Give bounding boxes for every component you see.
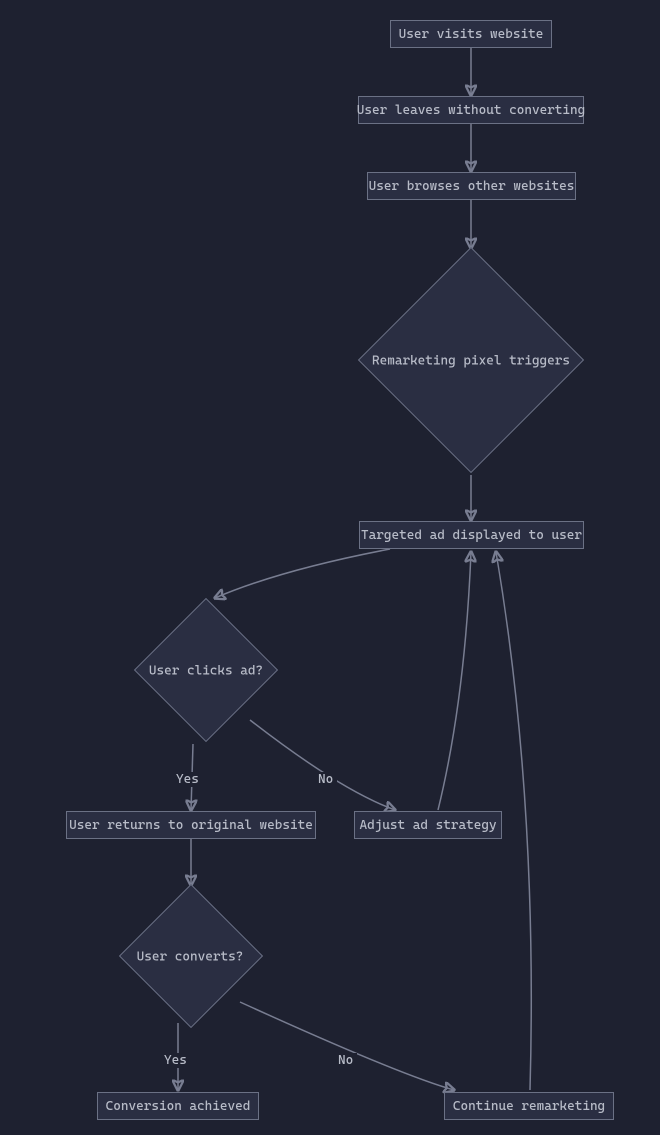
node-label: User leaves without converting — [357, 103, 586, 118]
node-conversion-achieved: Conversion achieved — [97, 1092, 259, 1120]
node-label: User visits website — [399, 27, 544, 42]
edge-label-no-1: No — [314, 772, 337, 787]
node-adjust-ad-strategy: Adjust ad strategy — [354, 811, 502, 839]
node-label: Conversion achieved — [106, 1099, 251, 1114]
node-label: User clicks ad? — [149, 664, 263, 679]
node-label: User converts? — [137, 950, 244, 965]
node-label: User browses other websites — [369, 179, 575, 194]
node-returns-original: User returns to original website — [66, 811, 316, 839]
node-continue-remarketing: Continue remarketing — [444, 1092, 614, 1120]
node-targeted-ad: Targeted ad displayed to user — [359, 521, 584, 549]
node-browses-other-websites: User browses other websites — [367, 172, 576, 200]
flowchart-edges — [0, 0, 660, 1135]
node-leaves-without-converting: User leaves without converting — [358, 96, 584, 124]
edge-label-yes-2: Yes — [160, 1053, 191, 1068]
edge-label-no-2: No — [334, 1053, 357, 1068]
node-label: Adjust ad strategy — [359, 818, 496, 833]
node-label: Continue remarketing — [453, 1099, 605, 1114]
node-label: User returns to original website — [69, 818, 313, 833]
node-label: Targeted ad displayed to user — [361, 528, 582, 543]
node-visits-website: User visits website — [390, 20, 552, 48]
node-label: Remarketing pixel triggers — [372, 354, 570, 369]
edge-label-yes-1: Yes — [172, 772, 203, 787]
